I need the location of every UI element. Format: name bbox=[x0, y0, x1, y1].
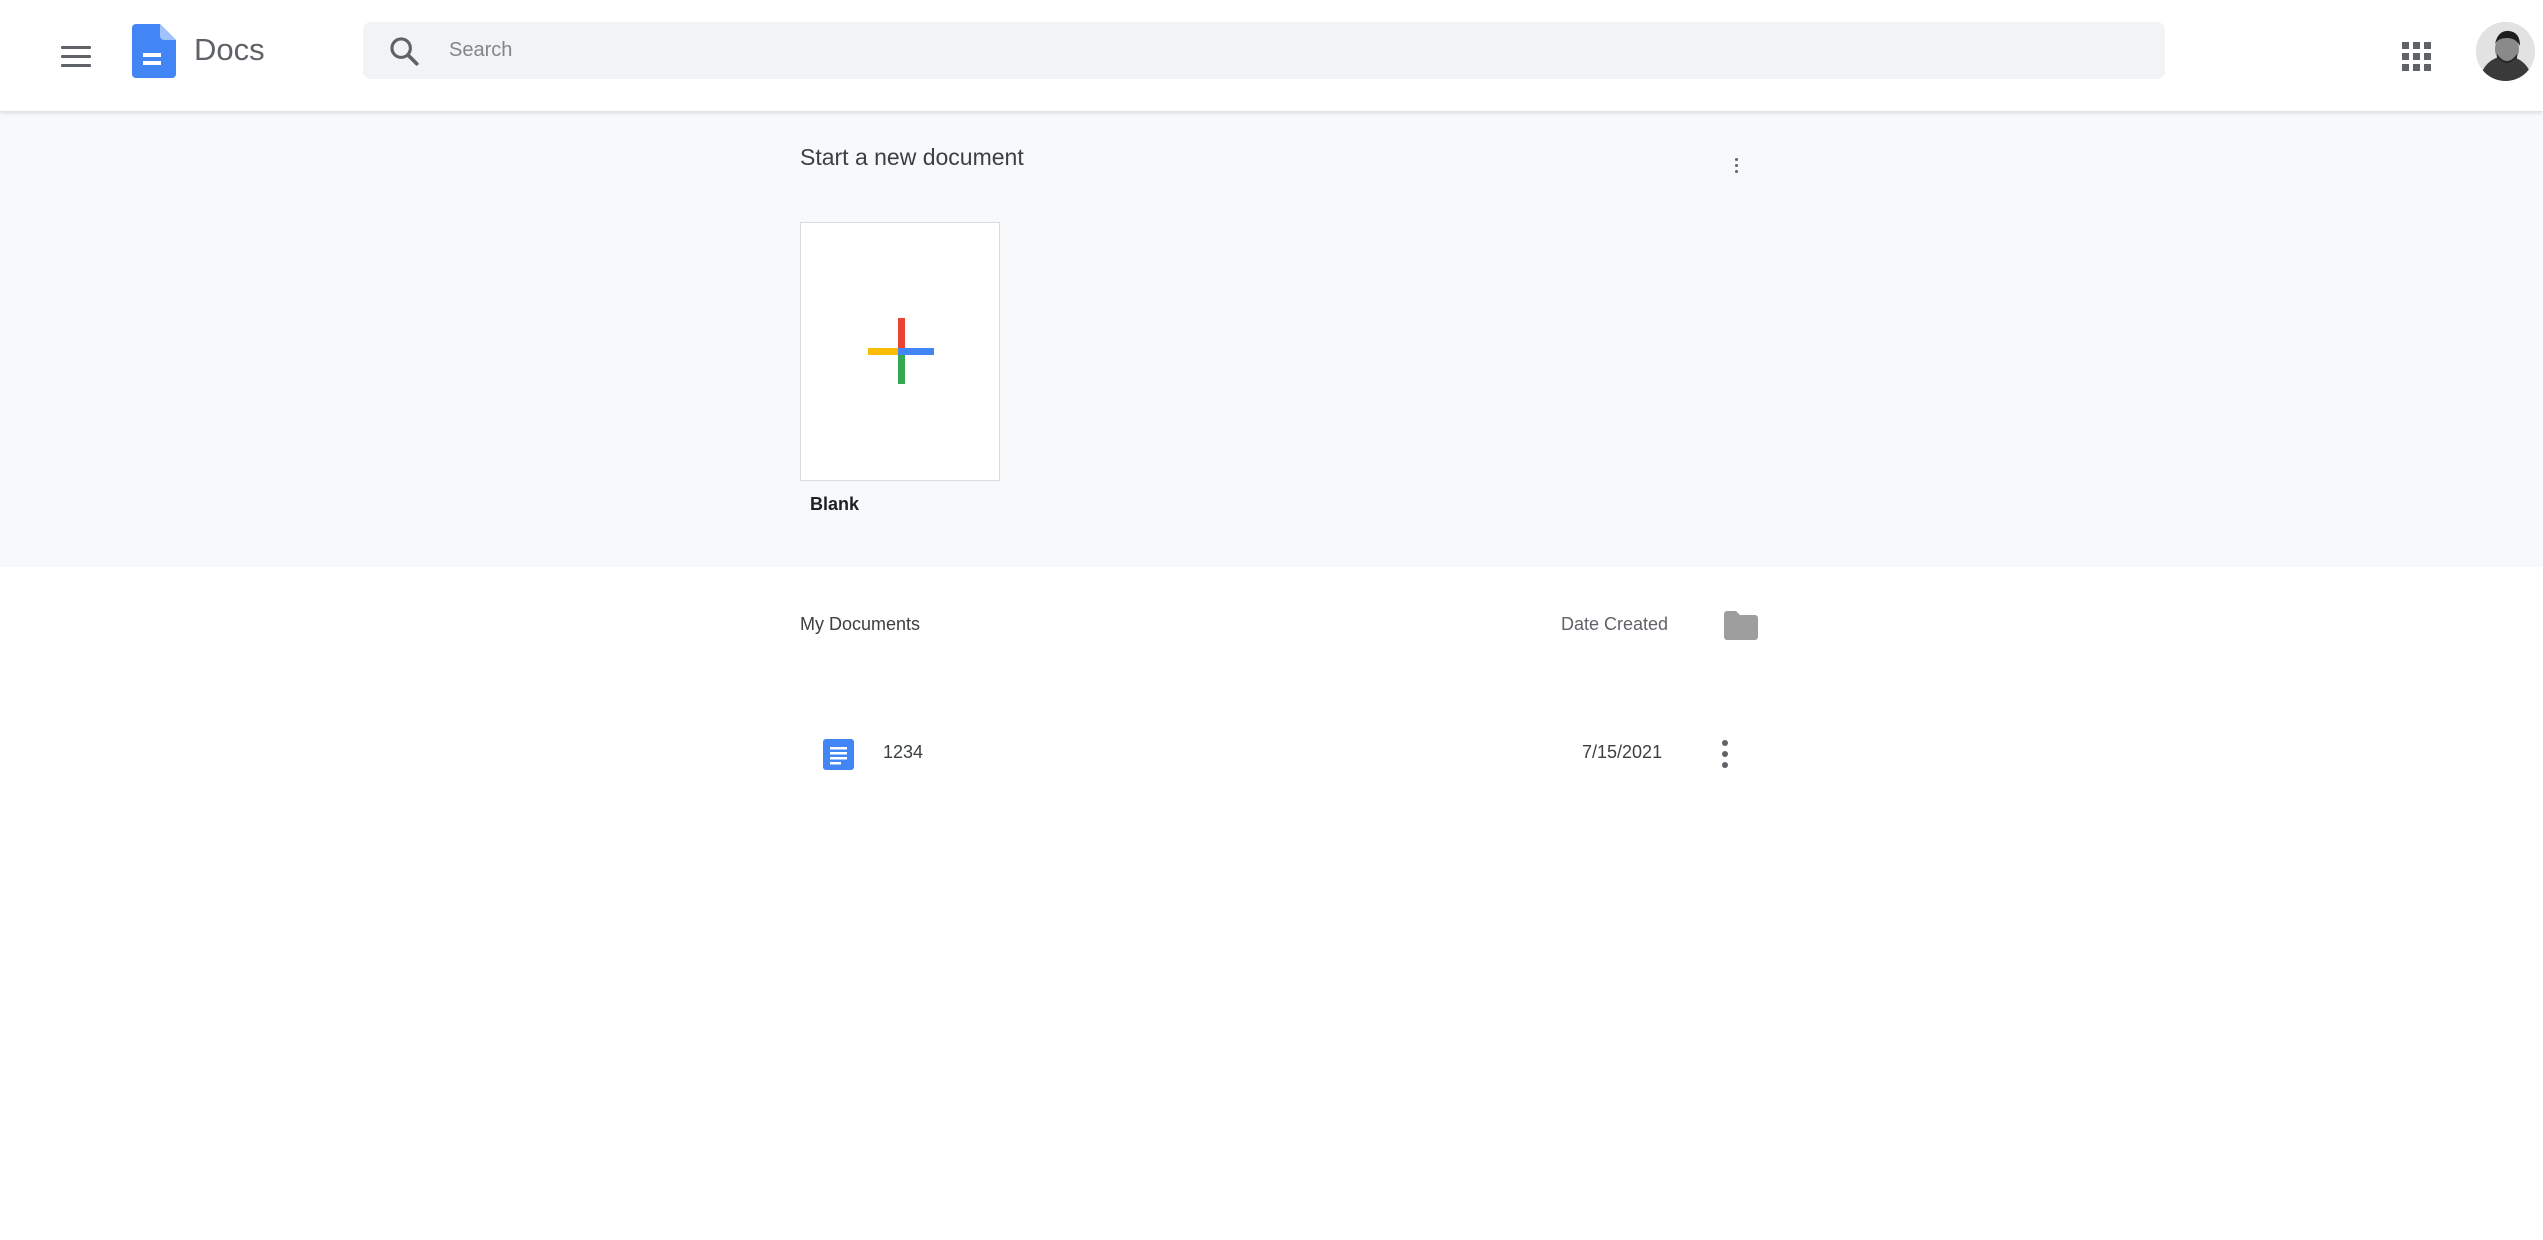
app-header: Docs bbox=[0, 0, 2543, 111]
new-document-section: Start a new document Blank bbox=[0, 111, 2543, 567]
avatar-image bbox=[2476, 22, 2535, 81]
document-date: 7/15/2021 bbox=[1582, 742, 1663, 762]
new-document-title: Start a new document bbox=[800, 144, 1024, 170]
document-row[interactable]: 1234 7/15/2021 bbox=[800, 718, 1760, 790]
search-icon[interactable] bbox=[387, 34, 421, 68]
apps-grid-icon[interactable] bbox=[2396, 36, 2436, 76]
docs-logo-icon[interactable] bbox=[132, 24, 176, 78]
plus-icon bbox=[868, 318, 934, 384]
more-vert-icon[interactable] bbox=[1710, 736, 1740, 772]
folder-icon[interactable] bbox=[1724, 610, 1758, 640]
blank-template-label[interactable]: Blank bbox=[810, 494, 859, 515]
document-name[interactable]: 1234 bbox=[883, 742, 923, 763]
search-bar[interactable] bbox=[363, 22, 2165, 79]
document-icon bbox=[823, 739, 854, 770]
main-menu-icon[interactable] bbox=[54, 34, 98, 78]
template-options-icon[interactable] bbox=[1726, 155, 1746, 175]
my-documents-heading: My Documents bbox=[800, 614, 921, 634]
sort-date-created[interactable]: Date Created bbox=[1561, 614, 1668, 635]
user-avatar[interactable] bbox=[2476, 22, 2535, 81]
search-input[interactable] bbox=[447, 22, 2127, 79]
app-title[interactable]: Docs bbox=[194, 30, 265, 70]
blank-template-tile[interactable] bbox=[800, 222, 1000, 481]
